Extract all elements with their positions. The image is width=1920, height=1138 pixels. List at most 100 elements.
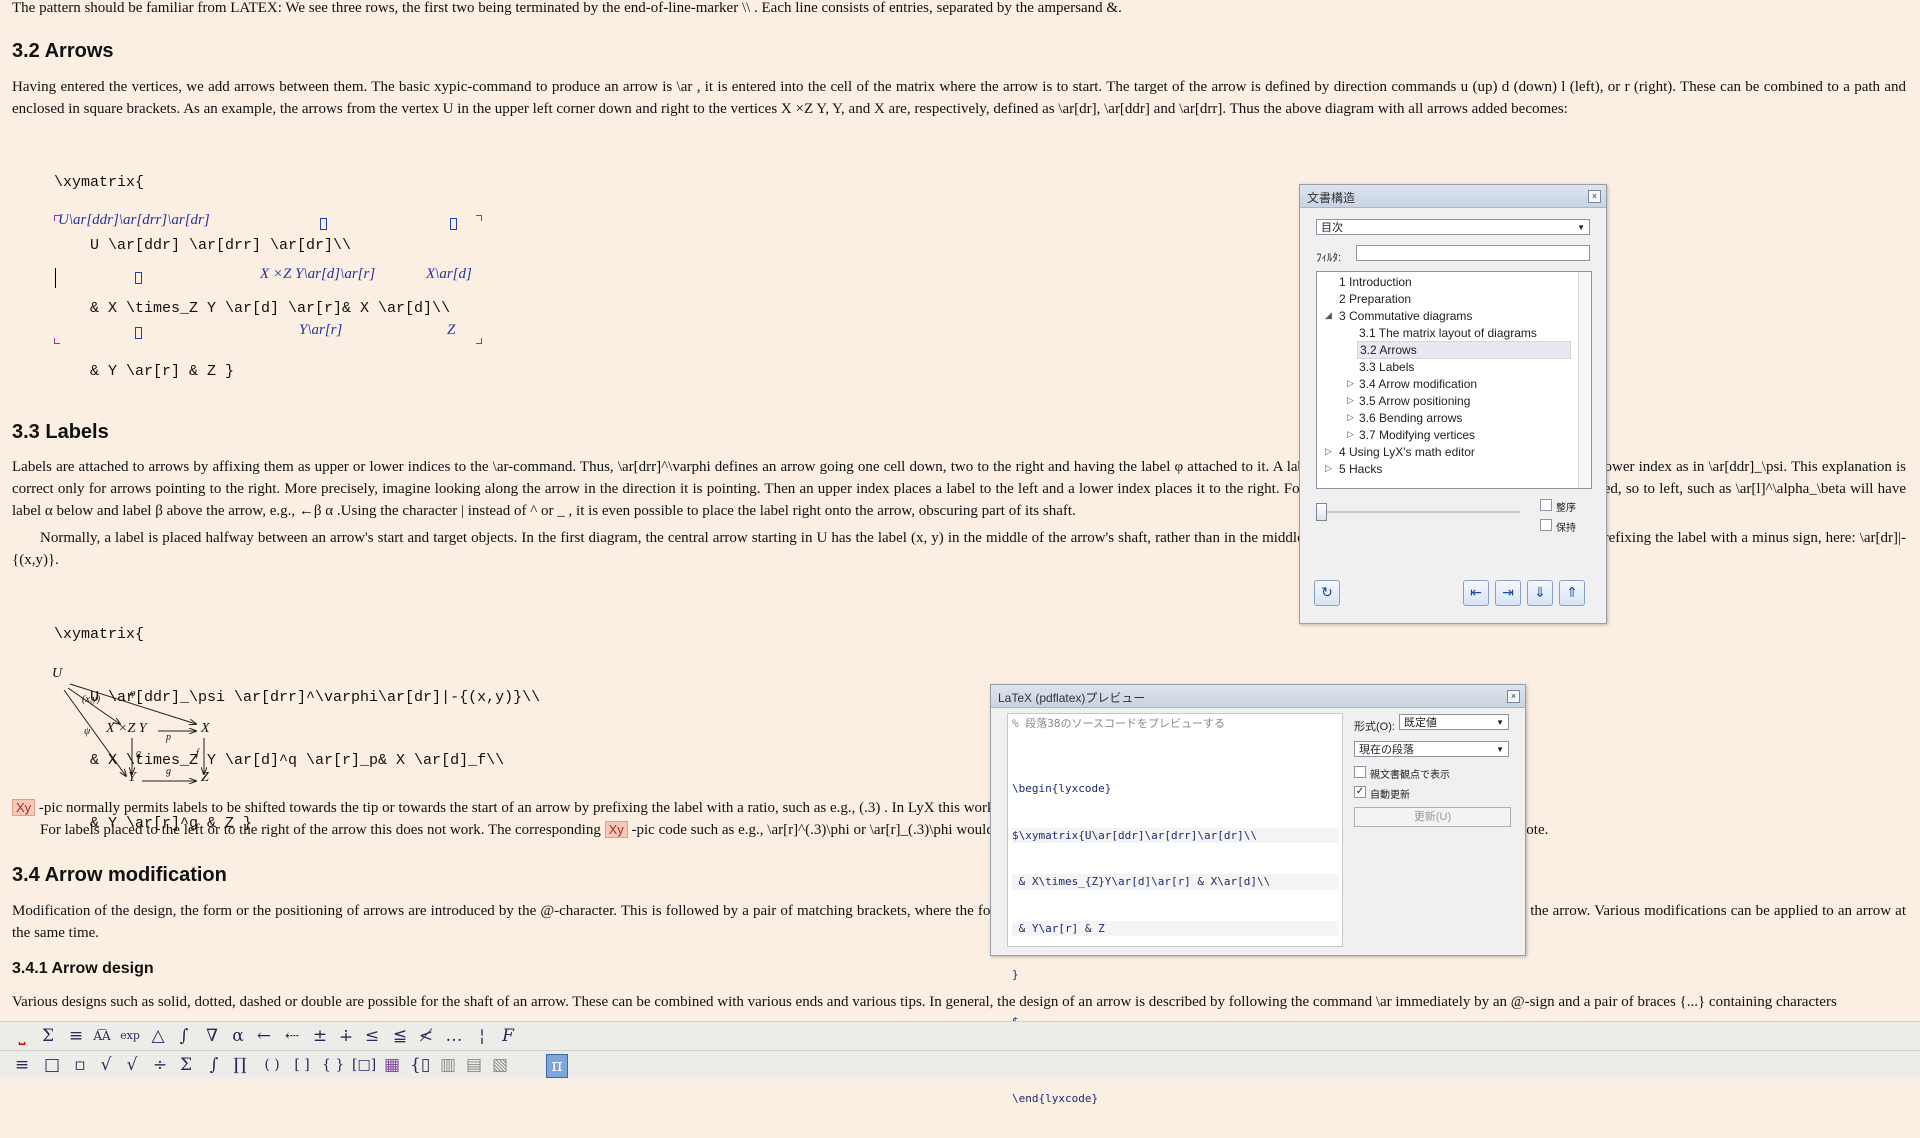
close-icon[interactable]: × bbox=[1588, 190, 1601, 203]
tree-scrollbar[interactable] bbox=[1578, 272, 1591, 488]
refresh-icon[interactable]: ↻ bbox=[1314, 580, 1340, 606]
scope-select[interactable]: 現在の段落 ▼ bbox=[1354, 741, 1509, 757]
integral-icon[interactable]: ∫ bbox=[174, 1025, 194, 1047]
expanded-triangle-icon[interactable]: ◢ bbox=[1325, 310, 1332, 321]
document-area[interactable]: The pattern should be familiar from LATE… bbox=[0, 0, 1920, 1020]
tree-item[interactable]: 5 Hacks bbox=[1339, 461, 1382, 477]
tree-item[interactable]: 3.5 Arrow positioning bbox=[1359, 393, 1470, 409]
broken-bar-icon[interactable]: ¦ bbox=[472, 1025, 492, 1047]
less-equal-icon[interactable]: ≤ bbox=[362, 1025, 382, 1047]
promote-icon[interactable]: ⇤ bbox=[1463, 580, 1489, 606]
update-button[interactable]: 更新(U) bbox=[1354, 807, 1511, 827]
integral-icon[interactable]: ∫ bbox=[204, 1054, 224, 1076]
fraction-icon[interactable]: ÷ bbox=[150, 1054, 170, 1076]
align-icon[interactable]: ≡ bbox=[66, 1025, 86, 1047]
filter-label: ﾌｨﾙﾀ: bbox=[1316, 252, 1342, 264]
font-icon[interactable]: A͡A bbox=[92, 1025, 112, 1047]
preview-title: LaTeX (pdflatex)プレビュー bbox=[998, 691, 1146, 705]
chevron-down-icon: ▼ bbox=[1496, 718, 1504, 727]
code-line: \begin{lyxcode} bbox=[1012, 782, 1112, 795]
less-eq-alt-icon[interactable]: ≦ bbox=[390, 1025, 410, 1047]
matrix-cell: Z bbox=[447, 322, 456, 338]
tree-item[interactable]: 2 Preparation bbox=[1339, 291, 1411, 307]
tree-item[interactable]: 3.7 Modifying vertices bbox=[1359, 427, 1475, 443]
collapsed-triangle-icon[interactable]: ▷ bbox=[1347, 378, 1354, 389]
arrow-left-icon[interactable]: ← bbox=[254, 1025, 274, 1047]
braces-icon[interactable]: { } bbox=[322, 1054, 344, 1076]
sum-style-icon[interactable]: Σ bbox=[38, 1025, 58, 1047]
empty-cell bbox=[320, 218, 327, 230]
alpha-icon[interactable]: α bbox=[228, 1025, 248, 1047]
close-icon[interactable]: × bbox=[1507, 690, 1520, 703]
label-g: g bbox=[166, 766, 171, 777]
nabla-icon[interactable]: ∇ bbox=[202, 1025, 222, 1047]
preview-titlebar[interactable]: LaTeX (pdflatex)プレビュー bbox=[991, 685, 1525, 708]
move-up-icon[interactable]: ⇑ bbox=[1559, 580, 1585, 606]
tree-item[interactable]: 3.4 Arrow modification bbox=[1359, 376, 1477, 392]
preview-source[interactable]: % 段落38のソースコードをプレビューする \begin{lyxcode} $\… bbox=[1007, 713, 1343, 1105]
tree-item[interactable]: 3 Commutative diagrams bbox=[1339, 308, 1472, 324]
preview-comment: % 段落38のソースコードをプレビューする bbox=[1012, 717, 1225, 730]
sqrt-icon[interactable]: √ bbox=[96, 1054, 116, 1076]
section-3-3-title: 3.3 Labels bbox=[12, 421, 109, 443]
show-master-checkbox[interactable] bbox=[1354, 766, 1366, 778]
collapsed-triangle-icon[interactable]: ▷ bbox=[1325, 463, 1332, 474]
tree-item[interactable]: 3.6 Bending arrows bbox=[1359, 410, 1462, 426]
xy-inset[interactable]: Xy bbox=[604, 821, 628, 838]
brackets-icon[interactable]: [ ] bbox=[292, 1054, 312, 1076]
filter-input[interactable] bbox=[1356, 245, 1590, 261]
space-icon[interactable]: ⎵ bbox=[12, 1025, 32, 1047]
slider-handle[interactable] bbox=[1316, 503, 1327, 521]
label-phi: φ bbox=[130, 688, 136, 699]
outline-panel[interactable]: 文書構造 × 目次 ▼ ﾌｨﾙﾀ: 1 Introduction 2 Prepar… bbox=[1299, 184, 1607, 624]
frame-icon[interactable]: △ bbox=[148, 1025, 168, 1047]
grid-icon[interactable]: ▧ bbox=[490, 1054, 510, 1076]
demote-icon[interactable]: ⇥ bbox=[1495, 580, 1521, 606]
move-down-icon[interactable]: ⇓ bbox=[1527, 580, 1553, 606]
tree-item-selected[interactable]: 3.2 Arrows bbox=[1357, 341, 1571, 359]
text-style-icon[interactable]: ≡ bbox=[12, 1054, 32, 1076]
subscript-icon[interactable]: □ bbox=[42, 1054, 62, 1076]
outline-type-select[interactable]: 目次 ▼ bbox=[1316, 219, 1590, 235]
outline-titlebar[interactable]: 文書構造 bbox=[1300, 185, 1606, 208]
tree-item[interactable]: 3.3 Labels bbox=[1359, 359, 1414, 375]
vertex-u: U bbox=[52, 666, 63, 681]
keep-label: 保持 bbox=[1556, 523, 1576, 534]
array-icon[interactable]: ▥ bbox=[438, 1054, 458, 1076]
code-line: & Y\ar[r] & Z bbox=[1012, 920, 1338, 936]
dots-icon[interactable]: … bbox=[444, 1025, 464, 1047]
format-select[interactable]: 既定値 ▼ bbox=[1399, 714, 1509, 730]
dot-plus-icon[interactable]: ∔ bbox=[336, 1025, 356, 1047]
collapsed-triangle-icon[interactable]: ▷ bbox=[1325, 446, 1332, 457]
function-icon[interactable]: F bbox=[498, 1025, 518, 1047]
parentheses-icon[interactable]: ( ) bbox=[262, 1054, 282, 1076]
exp-tag-icon[interactable]: exp bbox=[120, 1025, 140, 1047]
boxed-icon[interactable]: [□] bbox=[352, 1054, 376, 1076]
not-less-icon[interactable]: ≮ bbox=[416, 1025, 436, 1047]
sum-icon[interactable]: Σ bbox=[176, 1054, 196, 1076]
tree-item[interactable]: 3.1 The matrix layout of diagrams bbox=[1359, 325, 1537, 341]
superscript-icon[interactable]: ▫ bbox=[70, 1054, 90, 1076]
collapsed-triangle-icon[interactable]: ▷ bbox=[1347, 395, 1354, 406]
root-icon[interactable]: √ bbox=[122, 1054, 142, 1076]
format-label: 形式(O): bbox=[1354, 721, 1395, 733]
xy-inset[interactable]: Xy bbox=[12, 799, 36, 816]
dashed-arrow-icon[interactable]: ⇠ bbox=[282, 1025, 302, 1047]
tree-item[interactable]: 1 Introduction bbox=[1339, 274, 1412, 290]
math-panel-icon[interactable]: π bbox=[546, 1054, 568, 1078]
depth-slider[interactable] bbox=[1316, 497, 1520, 527]
tree-item[interactable]: 4 Using LyX's math editor bbox=[1339, 444, 1475, 460]
keep-checkbox[interactable] bbox=[1540, 519, 1552, 531]
auto-update-checkbox[interactable]: ✓ bbox=[1354, 786, 1366, 798]
plus-minus-icon[interactable]: ± bbox=[310, 1025, 330, 1047]
sort-checkbox[interactable] bbox=[1540, 499, 1552, 511]
product-icon[interactable]: ∏ bbox=[230, 1054, 250, 1076]
collapsed-triangle-icon[interactable]: ▷ bbox=[1347, 412, 1354, 423]
outline-tree[interactable]: 1 Introduction 2 Preparation ◢ 3 Commuta… bbox=[1316, 271, 1592, 489]
collapsed-triangle-icon[interactable]: ▷ bbox=[1347, 429, 1354, 440]
table-icon[interactable]: ▤ bbox=[464, 1054, 484, 1076]
cases-icon[interactable]: {▯ bbox=[410, 1054, 430, 1076]
matrix-icon[interactable]: ▦ bbox=[382, 1054, 402, 1076]
latex-preview-panel[interactable]: LaTeX (pdflatex)プレビュー × % 段落38のソースコードをプレ… bbox=[990, 684, 1526, 1105]
chevron-down-icon: ▼ bbox=[1577, 223, 1585, 232]
